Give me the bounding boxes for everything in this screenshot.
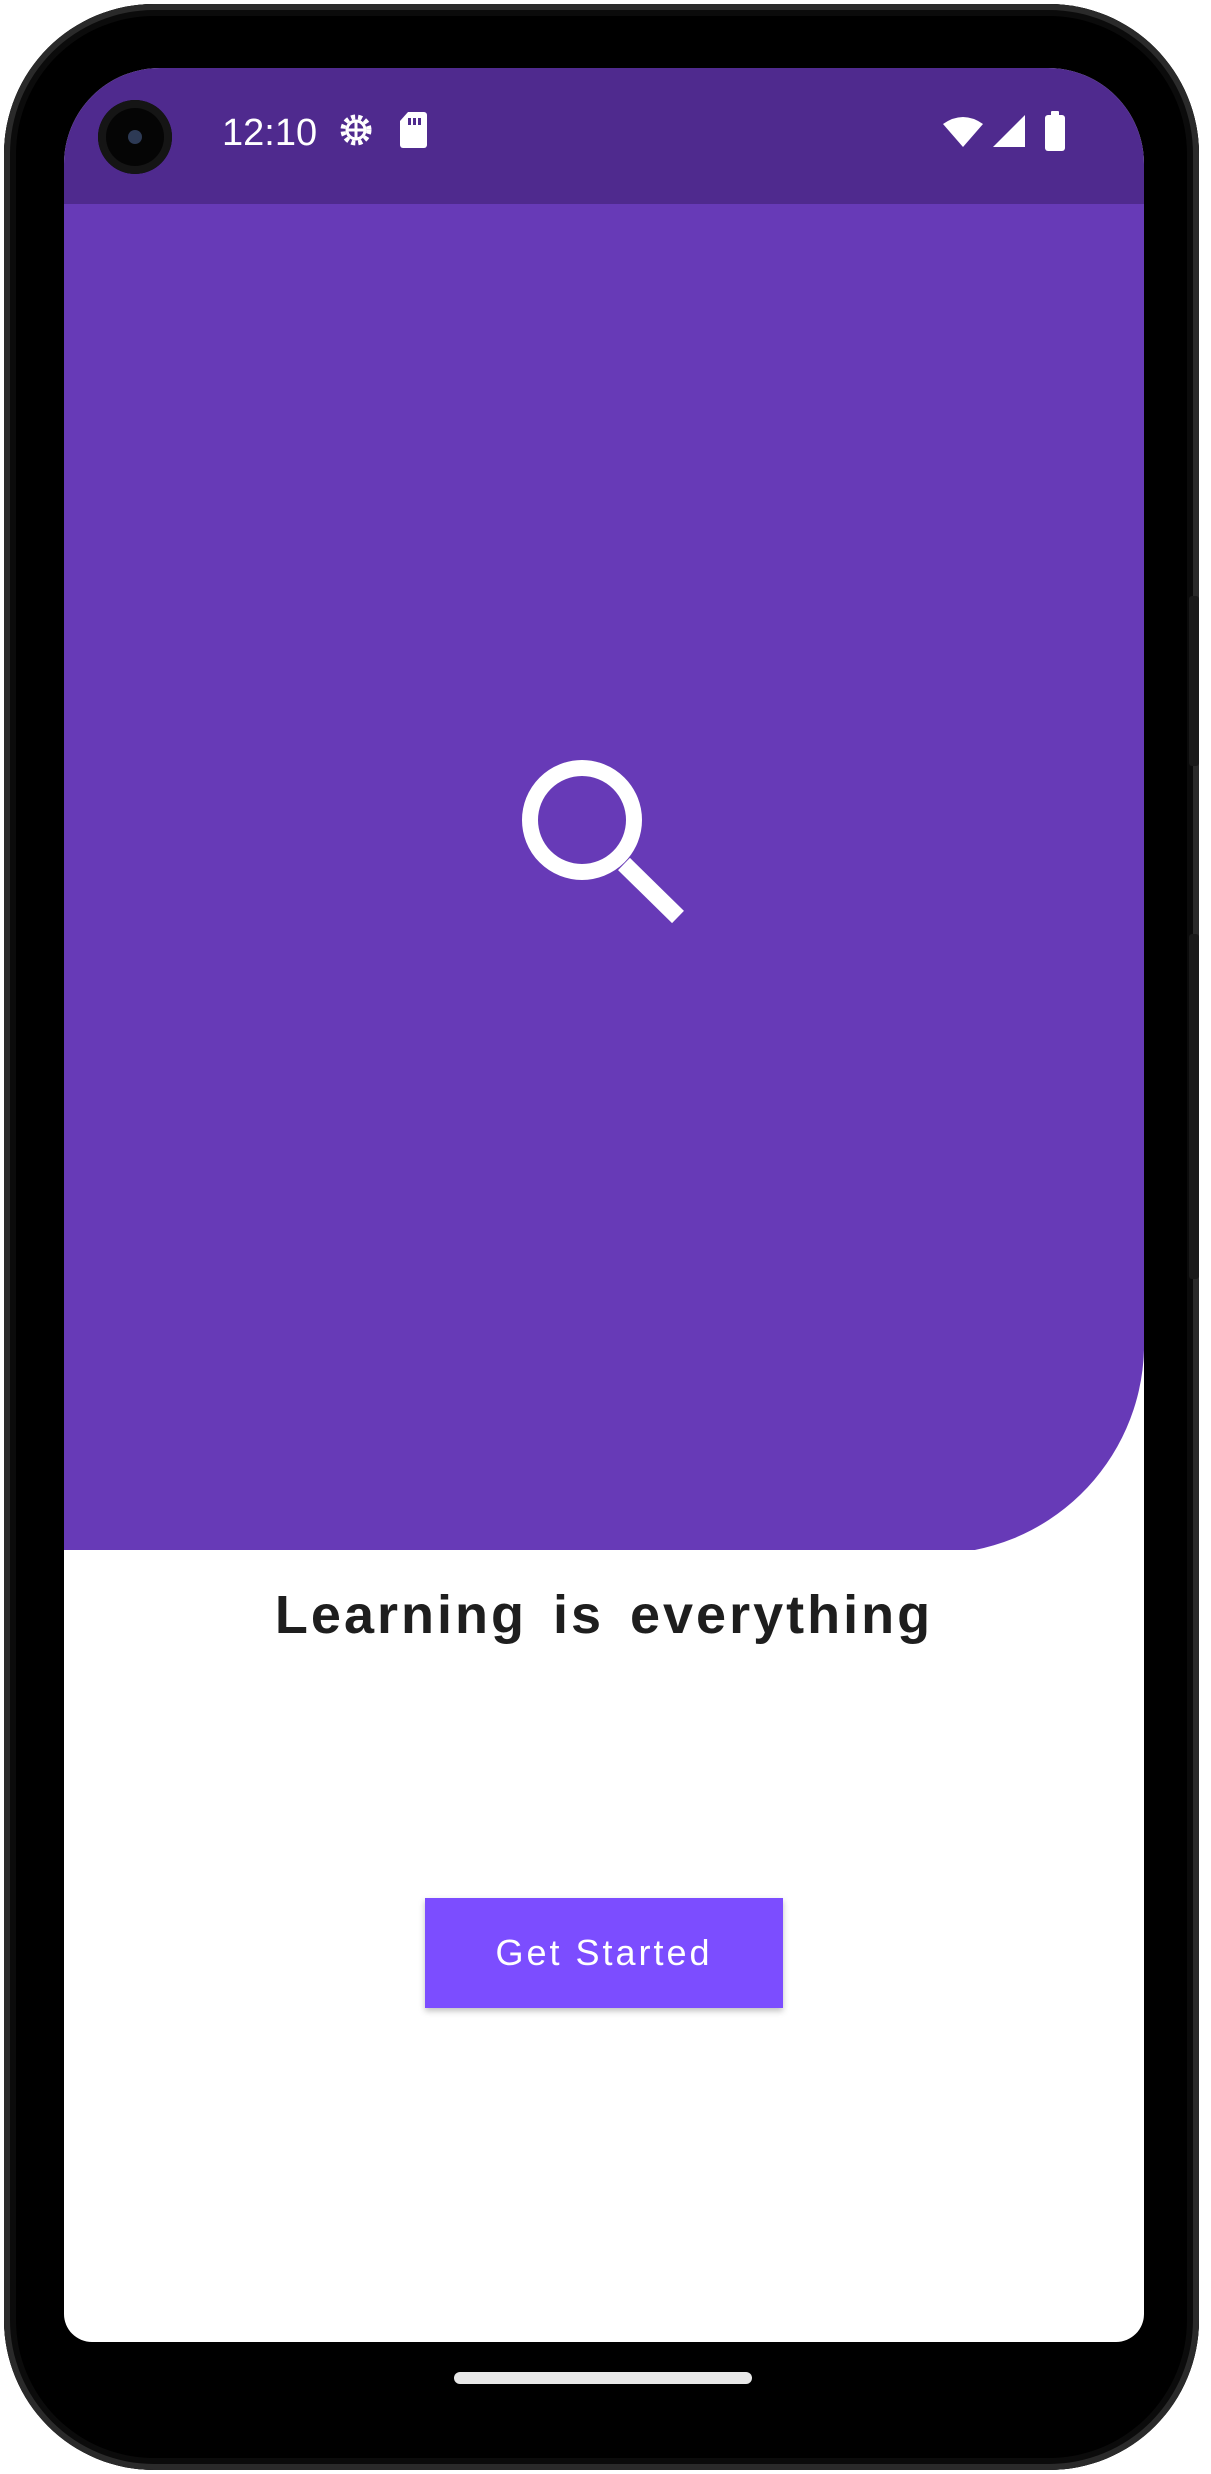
gesture-navigation-bar [64, 2342, 1144, 2432]
cell-signal-icon [993, 115, 1025, 147]
wifi-icon [943, 117, 983, 147]
app-screen: 12:10 Learning is everything Get Started [64, 68, 1144, 2342]
hero-banner [64, 204, 1144, 1550]
status-time: 12:10 [222, 112, 318, 154]
battery-icon [1045, 111, 1065, 151]
phone-frame: 12:10 Learning is everything Get Started [4, 4, 1199, 2470]
gear-notification-icon [340, 114, 372, 146]
volume-rocker [1189, 934, 1199, 1279]
get-started-button[interactable]: Get Started [425, 1898, 783, 2008]
headline: Learning is everything [274, 1585, 934, 1645]
hero-background [64, 204, 1144, 1550]
front-camera [98, 100, 172, 174]
home-gesture-bar[interactable] [454, 2372, 752, 2384]
power-button [1189, 596, 1199, 766]
status-bar: 12:10 [64, 68, 1144, 204]
sd-card-icon [400, 112, 427, 148]
